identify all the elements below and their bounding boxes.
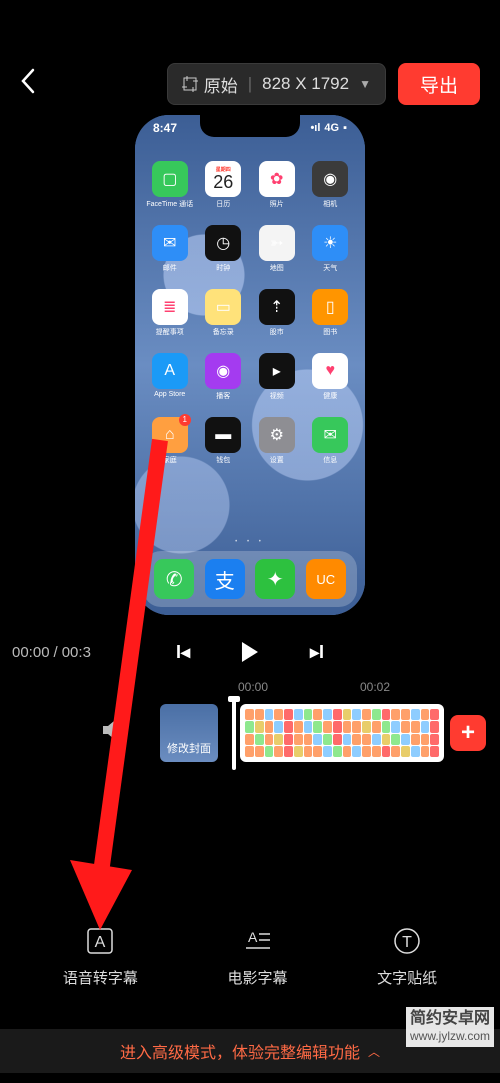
phone-app: ◷时钟 xyxy=(197,225,251,287)
tool-label: 文字贴纸 xyxy=(377,967,437,988)
phone-app: ◉播客 xyxy=(197,353,251,415)
playback-bar: 00:00 / 00:3 I◂ ▸I xyxy=(0,630,500,674)
tool-movie-subtitle[interactable]: A 电影字幕 xyxy=(227,925,287,988)
phone-app: ◉相机 xyxy=(304,161,358,223)
phone-app: ⇡股市 xyxy=(250,289,304,351)
text-sticker-icon: T xyxy=(391,925,423,957)
chevron-down-icon: ▼ xyxy=(359,77,371,91)
prev-frame-button[interactable]: I◂ xyxy=(176,642,190,663)
aspect-label: 原始 xyxy=(204,72,238,97)
phone-app: ▭备忘录 xyxy=(197,289,251,351)
phone-app: AApp Store xyxy=(143,353,197,415)
timeline-row: 修改封面 + xyxy=(0,704,500,762)
phone-status-bar: 8:47 •ıl4G▪ xyxy=(135,121,365,135)
ruler-tick: 00:00 xyxy=(238,680,268,694)
playhead[interactable] xyxy=(232,698,236,770)
top-bar: 原始 | 828 X 1792 ▼ 导出 xyxy=(0,58,500,110)
ruler-tick: 00:02 xyxy=(360,680,390,694)
back-button[interactable] xyxy=(20,68,40,101)
dock-app-phone: ✆ xyxy=(154,559,194,599)
next-frame-button[interactable]: ▸I xyxy=(310,642,324,663)
phone-dock: ✆ 支✦ UC xyxy=(143,551,357,607)
mute-button[interactable] xyxy=(100,717,126,749)
svg-text:A: A xyxy=(248,929,258,945)
phone-app: ⚙设置 xyxy=(250,417,304,479)
play-button[interactable] xyxy=(242,642,258,662)
phone-time: 8:47 xyxy=(153,121,177,135)
phone-app: ⌂1家庭 xyxy=(143,417,197,479)
crop-icon xyxy=(182,76,198,92)
phone-app: ✿照片 xyxy=(250,161,304,223)
phone-app: ▬钱包 xyxy=(197,417,251,479)
phone-app: ✉信息 xyxy=(304,417,358,479)
time-total: 00:3 xyxy=(62,644,91,661)
svg-text:A: A xyxy=(95,934,106,951)
phone-app: ✉邮件 xyxy=(143,225,197,287)
source-watermark: 简约安卓网 www.jylzw.com xyxy=(406,1007,494,1047)
voice-subtitle-icon: A xyxy=(84,925,116,957)
phone-app: ☀天气 xyxy=(304,225,358,287)
video-editor-app: 原始 | 828 X 1792 ▼ 导出 8:47 •ıl4G▪ ▢FaceTi… xyxy=(0,0,500,1083)
phone-app: ♥健康 xyxy=(304,353,358,415)
cover-thumbnail[interactable]: 修改封面 xyxy=(160,704,218,762)
tool-label: 语音转字幕 xyxy=(63,967,138,988)
video-clip[interactable] xyxy=(240,704,444,762)
tool-text-sticker[interactable]: T 文字贴纸 xyxy=(377,925,437,988)
timeline-ruler: 00:00 00:02 xyxy=(0,680,500,702)
phone-app: ▸视频 xyxy=(250,353,304,415)
chevron-up-icon: ︿ xyxy=(368,1043,380,1060)
export-button[interactable]: 导出 xyxy=(398,63,480,105)
phone-app: ➳地图 xyxy=(250,225,304,287)
phone-app: ▯图书 xyxy=(304,289,358,351)
movie-subtitle-icon: A xyxy=(241,925,273,957)
tool-label: 电影字幕 xyxy=(227,967,287,988)
page-dots: • • • xyxy=(135,539,365,545)
add-clip-button[interactable]: + xyxy=(450,715,486,751)
dock-app-alipay: 支 xyxy=(205,559,245,599)
svg-text:T: T xyxy=(402,934,412,951)
preview-phone-frame: 8:47 •ıl4G▪ ▢FaceTime 通话星期四26日历✿照片◉相机 ✉邮件… xyxy=(135,115,365,615)
phone-app: 星期四26日历 xyxy=(197,161,251,223)
tool-voice-subtitle[interactable]: A 语音转字幕 xyxy=(63,925,138,988)
phone-app: ≣提醒事项 xyxy=(143,289,197,351)
phone-app: ▢FaceTime 通话 xyxy=(143,161,197,223)
preview-area: 8:47 •ıl4G▪ ▢FaceTime 通话星期四26日历✿照片◉相机 ✉邮件… xyxy=(0,110,500,620)
dock-app-wechat: ✦ xyxy=(255,559,295,599)
aspect-ratio-selector[interactable]: 原始 | 828 X 1792 ▼ xyxy=(167,63,386,105)
dock-app-uc: UC xyxy=(306,559,346,599)
phone-home-grid: ▢FaceTime 通话星期四26日历✿照片◉相机 ✉邮件◷时钟➳地图☀天气 ≣提醒… xyxy=(135,153,365,530)
resolution-label: 828 X 1792 xyxy=(262,74,349,94)
time-current: 00:00 xyxy=(12,644,50,661)
